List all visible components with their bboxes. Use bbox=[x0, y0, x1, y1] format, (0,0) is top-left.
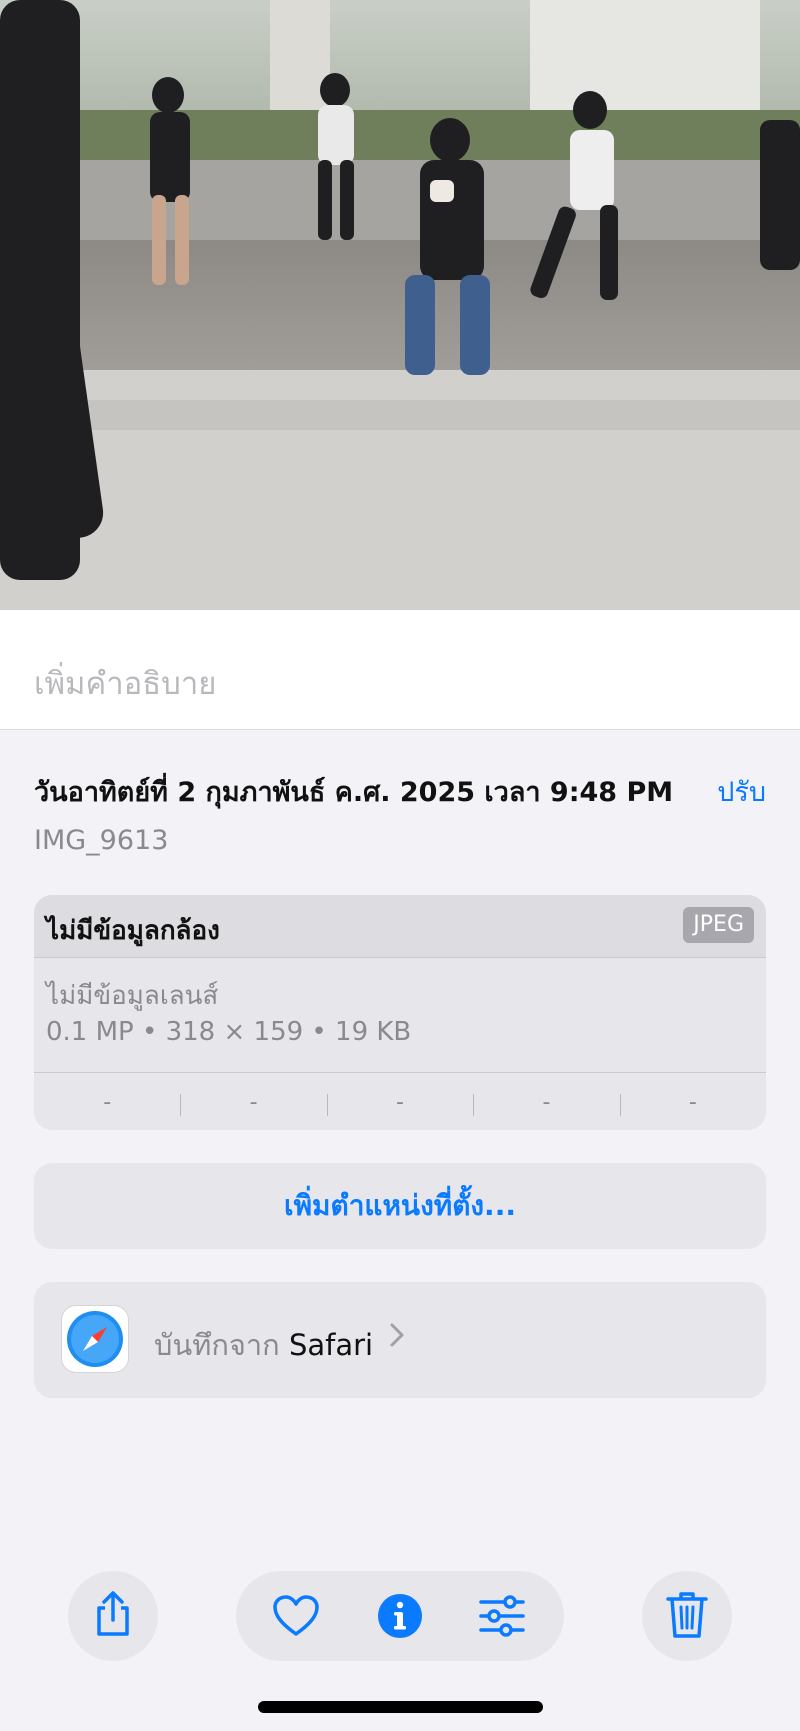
photo-view[interactable] bbox=[0, 0, 800, 610]
adjust-date-button[interactable]: ปรับ bbox=[717, 770, 766, 813]
chevron-right-icon bbox=[389, 1320, 405, 1354]
share-icon bbox=[97, 1591, 129, 1636]
filename-label: IMG_9613 bbox=[34, 825, 169, 856]
image-specs: 0.1 MP • 318 × 159 • 19 KB bbox=[46, 1017, 412, 1047]
caption-field[interactable]: เพิ่มคำอธิบาย bbox=[0, 610, 800, 730]
adjust-sliders-icon[interactable] bbox=[478, 1595, 526, 1637]
source-prefix: บันทึกจาก bbox=[154, 1328, 280, 1362]
action-pill bbox=[236, 1571, 564, 1661]
date-time-label: วันอาทิตย์ที่ 2 กุมภาพันธ์ ค.ศ. 2025 เวล… bbox=[34, 777, 674, 808]
metadata-header: ไม่มีข้อมูลกล้อง JPEG bbox=[34, 895, 766, 958]
exif-value: - bbox=[619, 1090, 766, 1116]
heart-icon[interactable] bbox=[272, 1594, 320, 1638]
info-icon[interactable] bbox=[377, 1593, 423, 1639]
format-badge: JPEG bbox=[683, 907, 754, 943]
safari-icon bbox=[62, 1306, 128, 1372]
date-row: วันอาทิตย์ที่ 2 กุมภาพันธ์ ค.ศ. 2025 เวล… bbox=[34, 770, 766, 810]
home-indicator[interactable] bbox=[258, 1701, 543, 1713]
source-label: บันทึกจาก Safari bbox=[154, 1322, 373, 1368]
camera-info: ไม่มีข้อมูลกล้อง bbox=[46, 916, 220, 946]
exif-value: - bbox=[180, 1090, 326, 1116]
share-button[interactable] bbox=[68, 1571, 158, 1661]
source-row[interactable]: บันทึกจาก Safari bbox=[34, 1282, 766, 1398]
source-app-name: Safari bbox=[288, 1328, 374, 1362]
exif-value: - bbox=[103, 1089, 112, 1115]
trash-icon bbox=[666, 1592, 708, 1638]
exif-value: - bbox=[473, 1090, 619, 1116]
exif-row: - - - - - bbox=[34, 1072, 766, 1130]
add-location-button[interactable]: เพิ่มตำแหน่งที่ตั้ง... bbox=[34, 1163, 766, 1249]
lens-info: ไม่มีข้อมูลเลนส์ bbox=[46, 981, 219, 1011]
caption-placeholder: เพิ่มคำอธิบาย bbox=[34, 666, 217, 702]
photo-image bbox=[0, 0, 800, 610]
exif-value: - bbox=[326, 1090, 473, 1116]
delete-button[interactable] bbox=[642, 1571, 732, 1661]
metadata-card: ไม่มีข้อมูลกล้อง JPEG ไม่มีข้อมูลเลนส์ 0… bbox=[34, 895, 766, 1130]
